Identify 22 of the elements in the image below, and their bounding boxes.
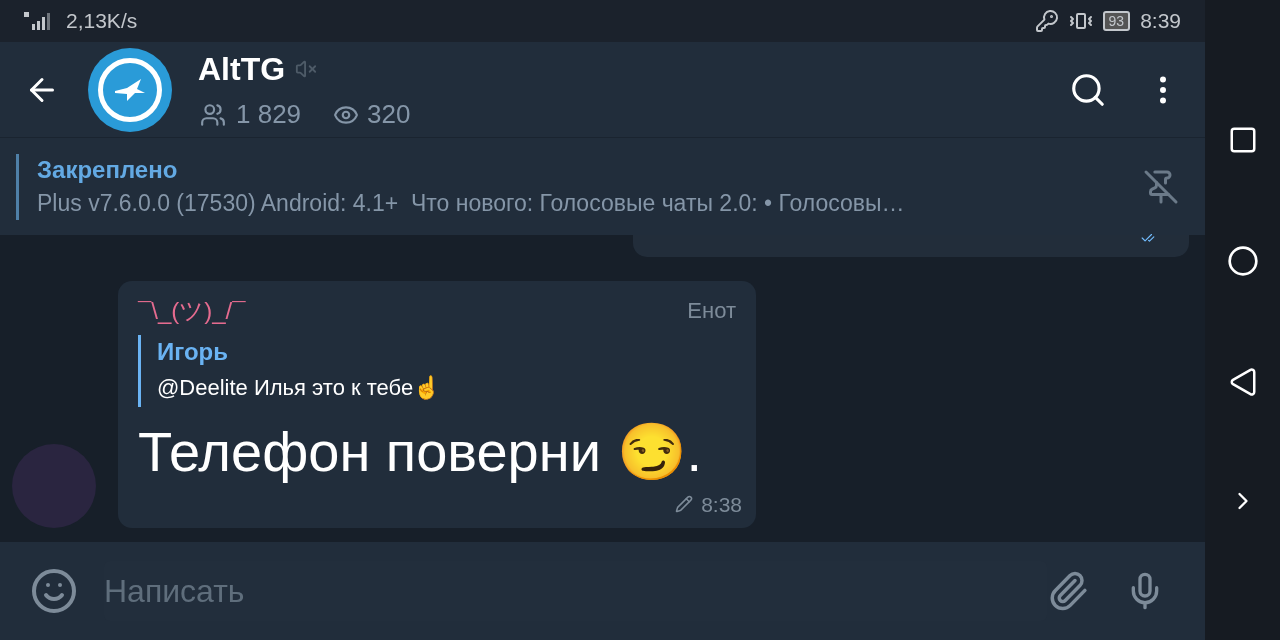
battery-indicator: 93 bbox=[1102, 11, 1131, 31]
sender-title-label: Енот bbox=[687, 297, 736, 325]
home-icon[interactable] bbox=[1226, 245, 1259, 277]
network-speed: 2,13K/s bbox=[66, 8, 138, 35]
reply-quote[interactable]: Игорь @Deelite Илья это к тебе☝ bbox=[138, 334, 736, 407]
jet-icon bbox=[113, 76, 147, 103]
message-time: 8:38 bbox=[701, 491, 742, 518]
emoji-icon[interactable] bbox=[30, 567, 78, 615]
view-count: 320 bbox=[367, 98, 411, 131]
pinned-text: Plus v7.6.0.0 (17530) Android: 4.1+ Что нового: Голосовые чаты 2.0: • Голосовы… bbox=[37, 188, 906, 218]
key-icon bbox=[1034, 9, 1059, 33]
reply-text: @Deelite Илья это к тебе☝ bbox=[157, 373, 442, 402]
sender-name[interactable]: ¯\_(ツ)_/¯ bbox=[138, 292, 246, 329]
clock: 8:39 bbox=[1140, 8, 1181, 35]
channel-title: AltTG bbox=[198, 50, 286, 89]
pinned-bar[interactable]: Закреплено Plus v7.6.0.0 (17530) Android: 4.1+ Что нового: Голосовые чаты 2.0: • Голосовы… bbox=[0, 138, 1205, 235]
reply-author: Игорь bbox=[157, 336, 229, 367]
message-composer[interactable]: Написать bbox=[0, 542, 1205, 640]
message-text: Телефон поверни 😏. bbox=[138, 418, 704, 485]
member-count: 1 829 bbox=[236, 98, 302, 131]
pinned-label: Закреплено bbox=[37, 154, 179, 185]
members-icon bbox=[198, 101, 228, 128]
